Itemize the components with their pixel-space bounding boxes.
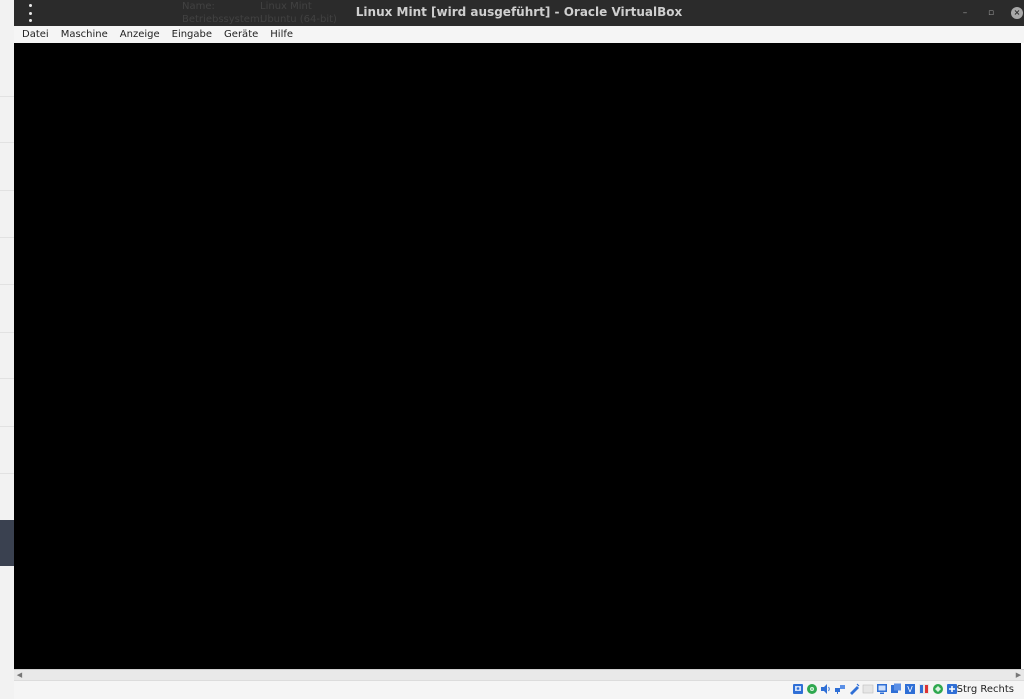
usb-icon[interactable] — [848, 683, 860, 695]
optical-drive-icon[interactable] — [806, 683, 818, 695]
scroll-left-arrow[interactable]: ◀ — [14, 670, 25, 680]
desktop: Linux Mint [wird ausgeführt] - Oracle Vi… — [0, 0, 1024, 699]
close-button[interactable]: × — [1011, 7, 1023, 19]
background-window-edge — [0, 0, 14, 699]
minimize-button[interactable]: – — [958, 6, 972, 20]
network-icon[interactable] — [834, 683, 846, 695]
background-window-details: Name: Linux Mint Betriebssystem: Ubuntu … — [182, 0, 337, 26]
detail-label: Betriebssystem: — [182, 14, 264, 25]
menu-geraete[interactable]: Geräte — [218, 26, 264, 43]
menubar: Datei Maschine Anzeige Eingabe Geräte Hi… — [14, 26, 1024, 43]
display-icon[interactable] — [876, 683, 888, 695]
status-icons: V — [792, 683, 958, 695]
horizontal-scrollbar[interactable]: ◀ ▶ — [14, 669, 1024, 680]
menu-hilfe[interactable]: Hilfe — [264, 26, 299, 43]
guest-additions-icon[interactable] — [918, 683, 930, 695]
detail-value: Ubuntu (64-bit) — [260, 14, 337, 25]
background-dark-panel — [0, 520, 14, 566]
vm-display[interactable] — [14, 43, 1021, 669]
mouse-integration-icon[interactable] — [932, 683, 944, 695]
maximize-button[interactable]: ▫ — [984, 6, 998, 20]
hard-disk-icon[interactable] — [792, 683, 804, 695]
menu-maschine[interactable]: Maschine — [55, 26, 114, 43]
detail-value: Linux Mint — [260, 1, 312, 12]
svg-text:V: V — [907, 685, 913, 694]
shared-folders-icon[interactable] — [862, 683, 874, 695]
scroll-track[interactable] — [26, 672, 1012, 678]
video-capture-icon[interactable] — [890, 683, 902, 695]
scroll-right-arrow[interactable]: ▶ — [1013, 670, 1024, 680]
virtualization-icon[interactable]: V — [904, 683, 916, 695]
audio-icon[interactable] — [820, 683, 832, 695]
detail-label: Name: — [182, 1, 215, 12]
statusbar: V Strg Rechts — [14, 680, 1024, 699]
host-key-label: Strg Rechts — [956, 684, 1014, 695]
window-titlebar[interactable]: Linux Mint [wird ausgeführt] - Oracle Vi… — [14, 0, 1024, 26]
menu-anzeige[interactable]: Anzeige — [114, 26, 166, 43]
menu-eingabe[interactable]: Eingabe — [166, 26, 218, 43]
menu-datei[interactable]: Datei — [14, 26, 55, 43]
window-title: Linux Mint [wird ausgeführt] - Oracle Vi… — [355, 5, 683, 19]
